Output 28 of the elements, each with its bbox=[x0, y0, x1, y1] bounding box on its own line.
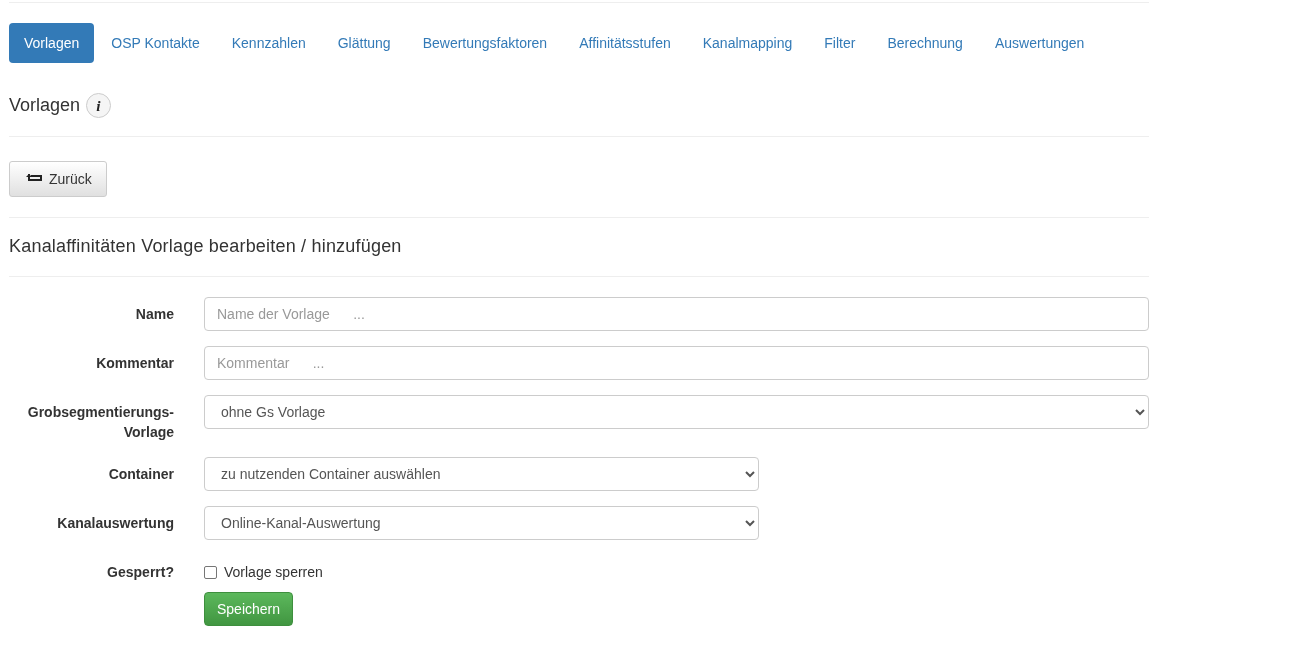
form-title: Kanalaffinitäten Vorlage bearbeiten / hinzufügen bbox=[9, 236, 403, 256]
nav-tab[interactable]: Affinitätsstufen bbox=[564, 23, 686, 63]
field-label: Gesperrt? bbox=[106, 563, 174, 582]
nav-tab[interactable]: Kennzahlen bbox=[216, 23, 321, 63]
field-label: Container bbox=[107, 465, 174, 484]
nav-tab[interactable]: OSP Kontakte bbox=[96, 23, 215, 63]
nav-tab[interactable]: Auswertungen bbox=[979, 23, 1100, 63]
save-button[interactable]: Speichern bbox=[204, 592, 294, 626]
page-title: Vorlagen bbox=[9, 94, 81, 116]
dropdown-select[interactable]: Online-Kanal-Auswertung bbox=[204, 506, 759, 540]
checkbox-label[interactable]: Vorlage sperren bbox=[224, 562, 323, 582]
field-label: Kommentar bbox=[95, 354, 174, 373]
nav-tab[interactable]: Berechnung bbox=[872, 23, 978, 63]
back-button[interactable]: Zurück bbox=[9, 161, 107, 197]
text-input[interactable]: Name der Vorlage ... bbox=[204, 297, 1149, 331]
dropdown-select[interactable]: ohne Gs Vorlage bbox=[204, 395, 1149, 429]
checkbox[interactable] bbox=[204, 565, 217, 579]
nav-tab[interactable]: Filter bbox=[809, 23, 871, 63]
text-input[interactable]: Kommentar ... bbox=[204, 346, 1149, 380]
field-label: Kanalauswertung bbox=[56, 514, 174, 533]
info-icon[interactable]: i bbox=[86, 92, 112, 118]
nav-tab[interactable]: Bewertungsfaktoren bbox=[407, 23, 563, 63]
field-label: Grobsegmentierungs-Vorlage bbox=[26, 403, 174, 442]
nav-tab[interactable]: Kanalmapping bbox=[687, 23, 808, 63]
nav-tab[interactable]: Vorlagen bbox=[9, 23, 95, 63]
dropdown-select[interactable]: zu nutzenden Container auswählen bbox=[204, 457, 759, 491]
field-label: Name bbox=[134, 305, 174, 324]
nav-tab[interactable]: Glättung bbox=[322, 23, 406, 63]
